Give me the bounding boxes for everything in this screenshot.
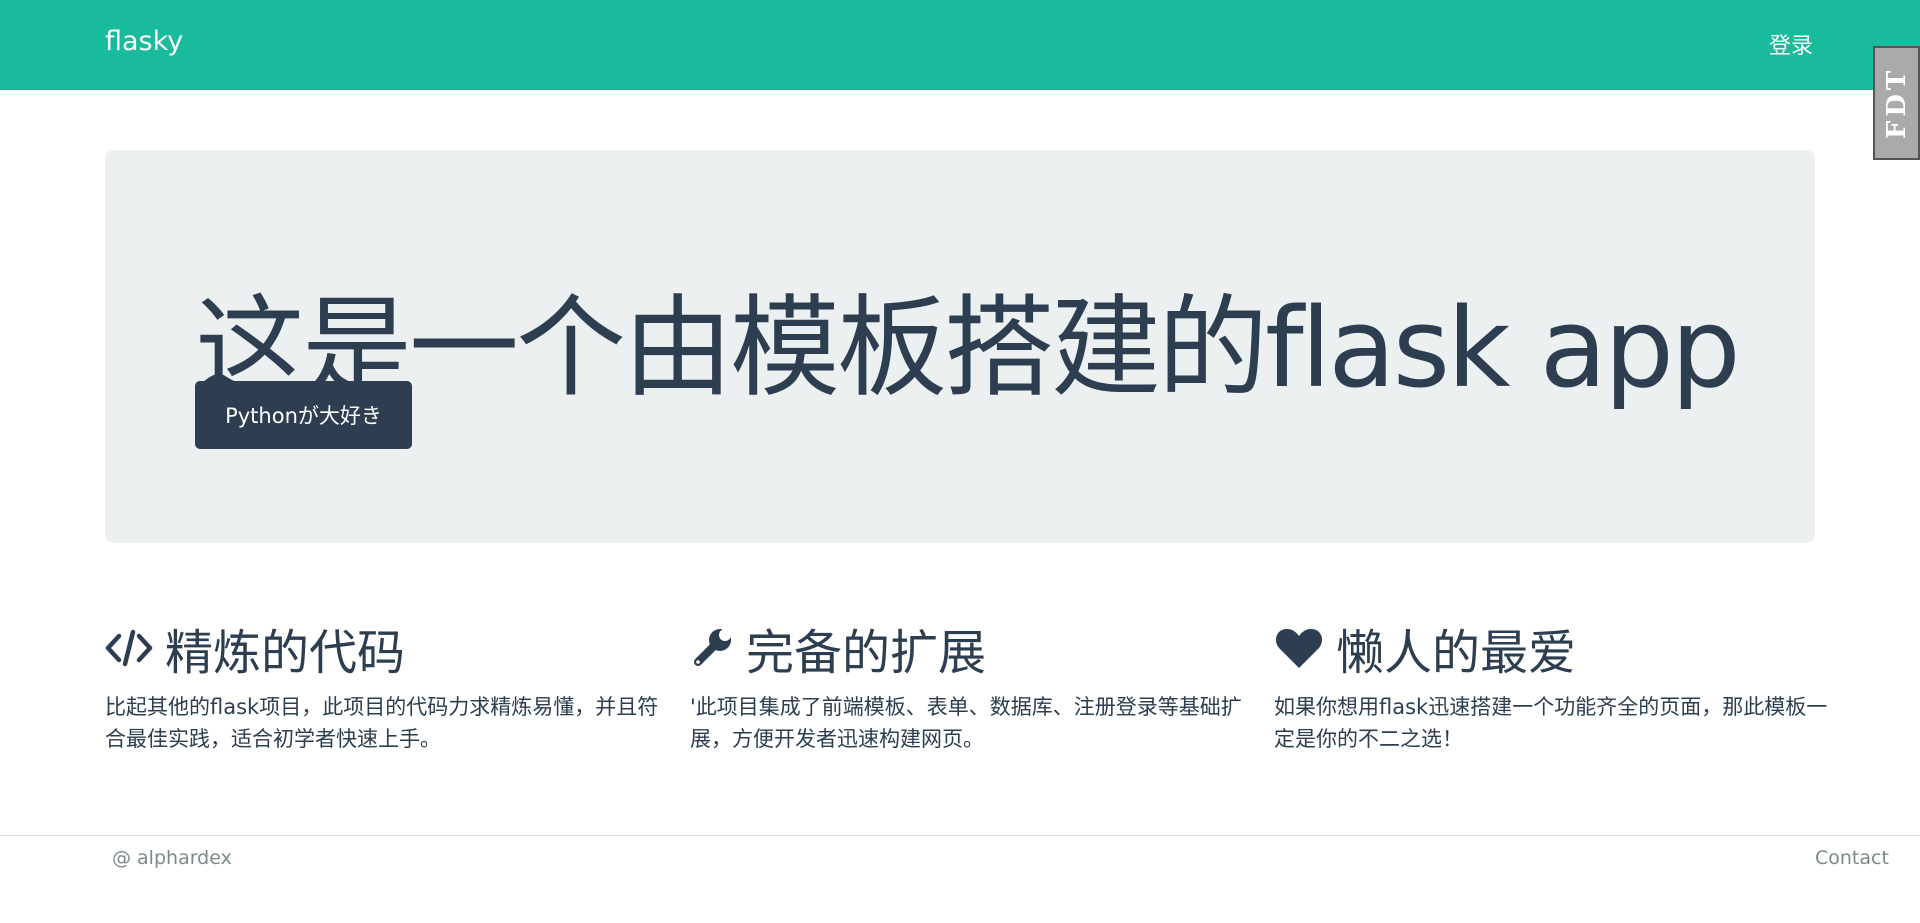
- python-button[interactable]: Pythonが大好き: [195, 381, 412, 449]
- jumbotron-title: 这是一个由模板搭建的flask app: [195, 284, 1741, 412]
- feature-extensions: 完备的扩展 '此项目集成了前端模板、表单、数据库、注册登录等基础扩展，方便开发者…: [690, 615, 1250, 755]
- feature-text: 比起其他的flask项目，此项目的代码力求精炼易懂，并且符合最佳实践，适合初学者…: [105, 695, 659, 751]
- feature-code: 精炼的代码 比起其他的flask项目，此项目的代码力求精炼易懂，并且符合最佳实践…: [105, 615, 665, 755]
- login-link[interactable]: 登录: [1769, 28, 1813, 60]
- feature-title: 精炼的代码: [165, 625, 406, 681]
- code-icon: [105, 628, 153, 668]
- feature-heading: 懒人的最爱: [1274, 615, 1834, 681]
- brand-link[interactable]: flasky: [105, 26, 183, 57]
- footer: @ alphardex Contact: [0, 835, 1920, 923]
- jumbotron: 这是一个由模板搭建的flask app Pythonが大好き: [105, 150, 1815, 543]
- feature-title: 完备的扩展: [746, 625, 987, 681]
- navbar: flasky 登录: [0, 0, 1920, 90]
- feature-text: 如果你想用flask迅速搭建一个功能齐全的页面，那此模板一定是你的不二之选！: [1274, 695, 1828, 751]
- copyright-text: @ alphardex: [112, 847, 232, 869]
- feature-favorite: 懒人的最爱 如果你想用flask迅速搭建一个功能齐全的页面，那此模板一定是你的不…: [1274, 615, 1834, 755]
- contact-link[interactable]: Contact: [1815, 847, 1889, 869]
- wrench-icon: [690, 626, 734, 670]
- heart-icon: [1274, 626, 1324, 670]
- fdt-label: FDT: [1881, 66, 1912, 140]
- feature-title: 懒人的最爱: [1336, 625, 1577, 681]
- feature-text: '此项目集成了前端模板、表单、数据库、注册登录等基础扩展，方便开发者迅速构建网页…: [690, 695, 1242, 751]
- feature-heading: 完备的扩展: [690, 615, 1250, 681]
- fdt-toolbar-toggle[interactable]: FDT: [1873, 46, 1920, 160]
- feature-heading: 精炼的代码: [105, 615, 665, 681]
